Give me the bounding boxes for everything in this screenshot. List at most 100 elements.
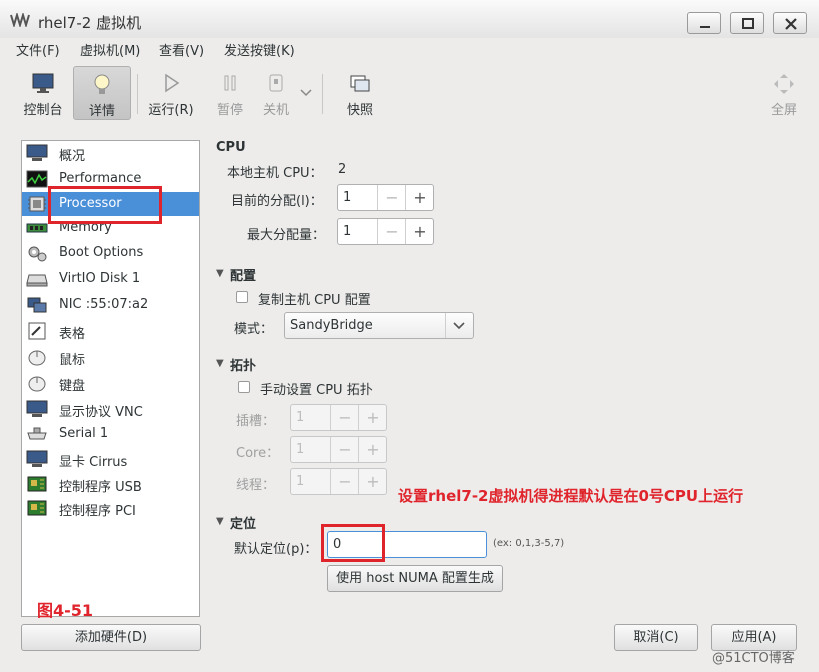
sidebar-item-label: 概况 — [59, 149, 86, 164]
lightbulb-icon — [94, 74, 110, 94]
topology-heading: 拓扑 — [230, 359, 257, 374]
sidebar-item-label: Serial 1 — [59, 426, 109, 441]
model-label: 模式： — [234, 322, 274, 337]
increment-button[interactable]: + — [358, 437, 387, 462]
video-card-icon — [26, 450, 48, 467]
minimize-button[interactable] — [687, 12, 721, 34]
sidebar-item-serial[interactable]: Serial 1 — [22, 422, 199, 446]
monitor-icon — [26, 144, 48, 161]
default-pinning-label: 默认定位(p)： — [234, 542, 318, 557]
max-alloc-label: 最大分配量： — [247, 228, 326, 243]
sockets-label: 插槽： — [236, 414, 276, 429]
sockets-value: 1 — [296, 410, 305, 425]
sidebar-item-video-cirrus[interactable]: 显卡 Cirrus — [22, 447, 199, 471]
config-heading: 配置 — [230, 269, 257, 284]
sidebar-item-keyboard[interactable]: 键盘 — [22, 371, 199, 395]
manual-topology-checkbox[interactable] — [238, 381, 250, 393]
current-alloc-label: 目前的分配(l)： — [231, 194, 323, 209]
console-button[interactable]: 控制台 — [14, 66, 72, 120]
menu-view[interactable]: 查看(V) — [159, 40, 204, 59]
sidebar-item-virtio-disk[interactable]: VirtIO Disk 1 — [22, 267, 199, 291]
shutdown-button[interactable]: 关机 — [247, 66, 305, 120]
menu-vm[interactable]: 虚拟机(M) — [80, 40, 140, 59]
sidebar-item-display-vnc[interactable]: 显示协议 VNC — [22, 397, 199, 421]
sidebar-item-controller-pci[interactable]: 控制程序 PCI — [22, 496, 199, 520]
decrement-button[interactable]: − — [377, 185, 406, 210]
close-icon — [785, 18, 797, 30]
details-button[interactable]: 详情 — [73, 66, 131, 120]
decrement-button[interactable]: − — [330, 437, 359, 462]
add-hardware-button[interactable]: 添加硬件(D) — [21, 624, 201, 651]
sidebar-item-label: Boot Options — [59, 245, 144, 260]
decrement-button[interactable]: − — [377, 219, 406, 244]
copy-host-checkbox[interactable] — [236, 291, 248, 303]
model-combobox[interactable]: SandyBridge — [284, 312, 474, 339]
numa-generate-button[interactable]: 使用 host NUMA 配置生成 — [327, 565, 503, 592]
fullscreen-button[interactable]: 全屏 — [755, 66, 813, 120]
snapshot-icon — [350, 75, 370, 92]
highlight-box-pinning — [321, 524, 385, 562]
sidebar-item-controller-usb[interactable]: 控制程序 USB — [22, 472, 199, 496]
sidebar-item-label: 控制程序 PCI — [59, 504, 136, 519]
network-card-icon — [27, 297, 47, 313]
sidebar-item-label: 键盘 — [59, 379, 86, 394]
close-button[interactable] — [773, 12, 807, 34]
cpu-chip-icon — [28, 196, 46, 212]
expander-arrow-icon[interactable]: ▼ — [216, 358, 224, 369]
cancel-button[interactable]: 取消(C) — [614, 624, 698, 651]
host-cpus-label: 本地主机 CPU： — [227, 166, 323, 181]
play-icon — [165, 73, 180, 93]
cores-spinner[interactable]: 1 − + — [290, 436, 387, 463]
run-button[interactable]: 运行(R) — [142, 66, 200, 120]
host-cpus-value: 2 — [338, 162, 347, 177]
decrement-button[interactable]: − — [330, 469, 359, 494]
gears-icon — [28, 246, 47, 262]
shutdown-label: 关机 — [262, 103, 289, 118]
model-value: SandyBridge — [290, 318, 373, 333]
sidebar-item-nic[interactable]: NIC :55:07:a2 — [22, 293, 199, 317]
fullscreen-icon — [774, 74, 794, 94]
power-icon — [269, 74, 283, 92]
keyboard-icon — [28, 376, 46, 392]
copy-host-label: 复制主机 CPU 配置 — [258, 293, 371, 308]
window-title: rhel7-2 虚拟机 — [38, 14, 142, 32]
monitor-icon — [32, 73, 54, 93]
current-alloc-spinner[interactable]: 1 − + — [337, 184, 434, 211]
increment-button[interactable]: + — [405, 185, 434, 210]
sidebar-item-label: VirtIO Disk 1 — [59, 271, 141, 286]
threads-value: 1 — [296, 474, 305, 489]
cores-value: 1 — [296, 442, 305, 457]
expander-arrow-icon[interactable]: ▼ — [216, 268, 224, 279]
hard-disk-icon — [26, 274, 48, 287]
max-alloc-spinner[interactable]: 1 − + — [337, 218, 434, 245]
manual-topology-label: 手动设置 CPU 拓扑 — [260, 383, 373, 398]
menu-send-key[interactable]: 发送按键(K) — [224, 40, 295, 59]
sidebar-item-label: NIC :55:07:a2 — [59, 297, 149, 312]
increment-button[interactable]: + — [358, 469, 387, 494]
chevron-down-icon[interactable] — [299, 88, 313, 98]
annotation-text: 设置rhel7-2虚拟机得进程默认是在0号CPU上运行 — [398, 487, 744, 505]
tablet-icon — [28, 322, 46, 340]
toolbar-separator — [322, 74, 323, 114]
increment-button[interactable]: + — [405, 219, 434, 244]
sidebar-item-tablet[interactable]: 表格 — [22, 319, 199, 343]
maximize-button[interactable] — [730, 12, 764, 34]
decrement-button[interactable]: − — [330, 405, 359, 430]
performance-graph-icon — [26, 170, 48, 188]
run-label: 运行(R) — [148, 103, 194, 118]
mouse-icon — [28, 350, 46, 366]
fullscreen-label: 全屏 — [770, 103, 797, 118]
sidebar-item-overview[interactable]: 概况 — [22, 141, 199, 165]
threads-spinner[interactable]: 1 − + — [290, 468, 387, 495]
console-label: 控制台 — [23, 103, 63, 118]
display-monitor-icon — [26, 400, 48, 417]
threads-label: 线程： — [236, 478, 276, 493]
snapshot-button[interactable]: 快照 — [331, 66, 389, 120]
increment-button[interactable]: + — [358, 405, 387, 430]
sockets-spinner[interactable]: 1 − + — [290, 404, 387, 431]
maximize-icon — [742, 18, 754, 29]
sidebar-item-mouse[interactable]: 鼠标 — [22, 345, 199, 369]
expander-arrow-icon[interactable]: ▼ — [216, 516, 224, 527]
sidebar-item-boot-options[interactable]: Boot Options — [22, 241, 199, 265]
menu-file[interactable]: 文件(F) — [16, 40, 60, 59]
